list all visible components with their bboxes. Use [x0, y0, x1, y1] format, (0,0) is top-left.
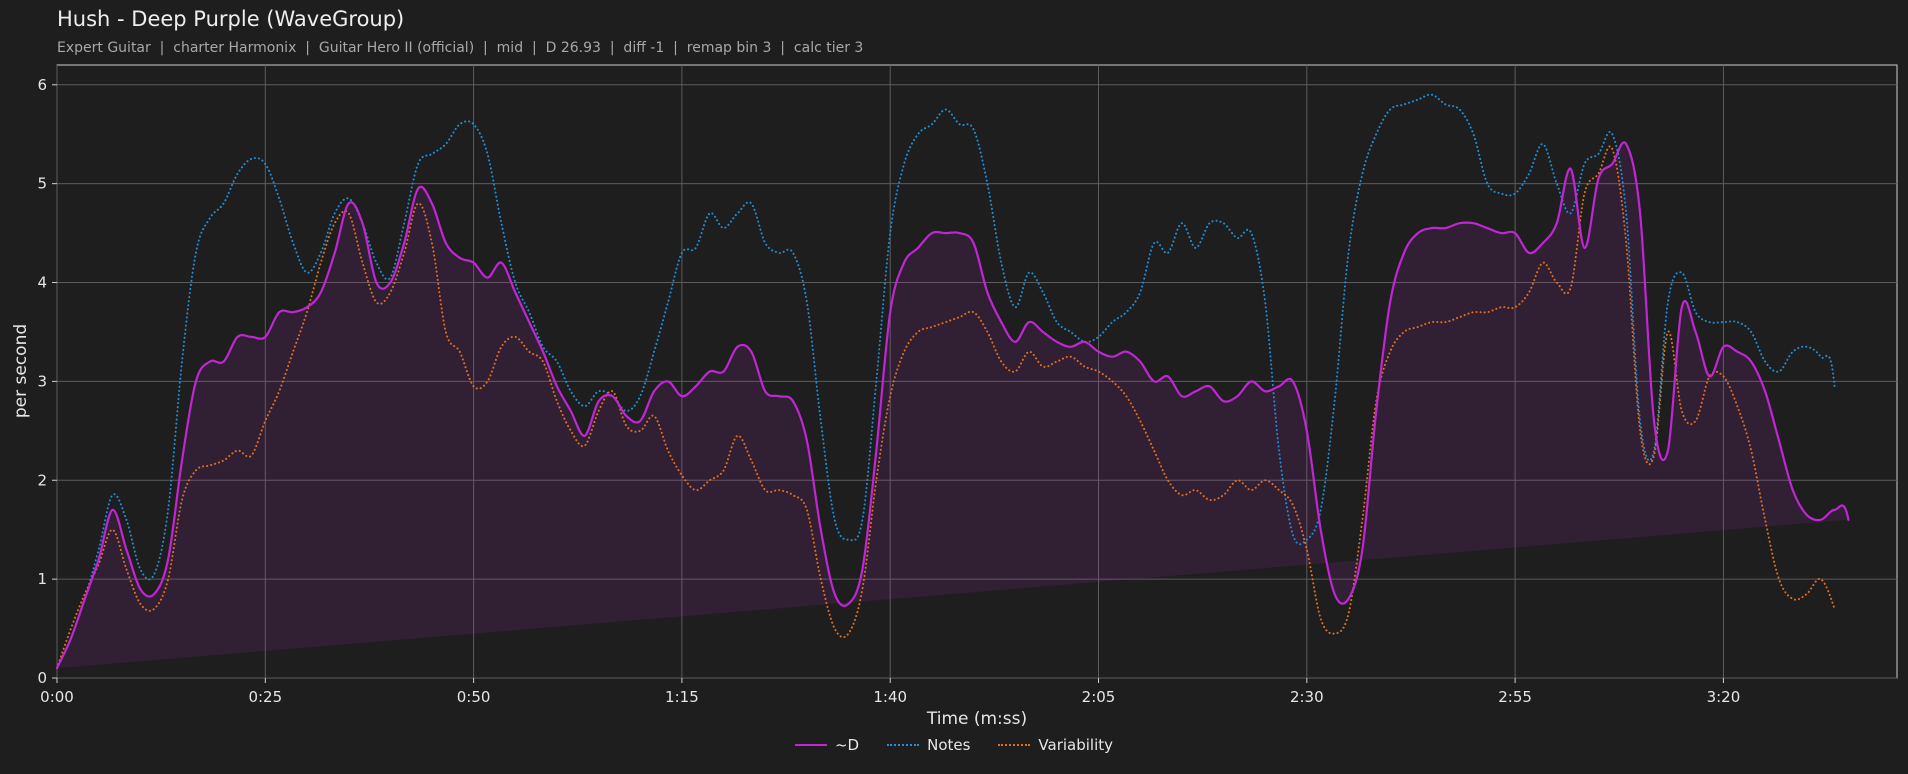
y-tick-label: 0 — [37, 669, 47, 687]
chart-svg: 0:00 0:25 0:50 1:15 1:40 2:05 2:30 2:55 3:20 0 1 2… — [11, 64, 1898, 729]
x-tick-label: 1:40 — [873, 688, 907, 706]
y-tick-label: 2 — [37, 471, 47, 489]
y-tick-label: 5 — [37, 175, 47, 193]
x-tick-label: 2:55 — [1498, 688, 1532, 706]
legend: ~D Notes Variability — [0, 736, 1908, 754]
y-tick-label: 4 — [37, 274, 47, 292]
x-ticks: 0:00 0:25 0:50 1:15 1:40 2:05 2:30 2:55 3:20 — [40, 678, 1740, 706]
legend-item: Variability — [998, 736, 1113, 754]
legend-swatch — [794, 744, 827, 746]
x-tick-label: 0:25 — [248, 688, 282, 706]
y-tick-label: 1 — [37, 570, 47, 588]
y-tick-label: 6 — [37, 76, 47, 94]
x-tick-label: 0:50 — [457, 688, 491, 706]
y-tick-label: 3 — [37, 372, 47, 390]
legend-label: Variability — [1038, 736, 1114, 754]
legend-item: ~D — [794, 736, 860, 754]
x-tick-label: 1:15 — [665, 688, 699, 706]
legend-item: Notes — [887, 736, 970, 754]
y-axis-label: per second — [11, 324, 31, 418]
x-tick-label: 2:30 — [1290, 688, 1324, 706]
x-axis-label: Time (m:ss) — [926, 709, 1027, 729]
legend-label: Notes — [927, 736, 971, 754]
legend-swatch — [887, 744, 920, 746]
legend-label: ~D — [834, 736, 860, 754]
x-tick-label: 3:20 — [1707, 688, 1741, 706]
x-tick-label: 2:05 — [1082, 688, 1116, 706]
x-tick-label: 0:00 — [40, 688, 74, 706]
y-ticks: 0 1 2 3 4 5 6 — [37, 76, 57, 687]
legend-swatch — [998, 744, 1031, 746]
